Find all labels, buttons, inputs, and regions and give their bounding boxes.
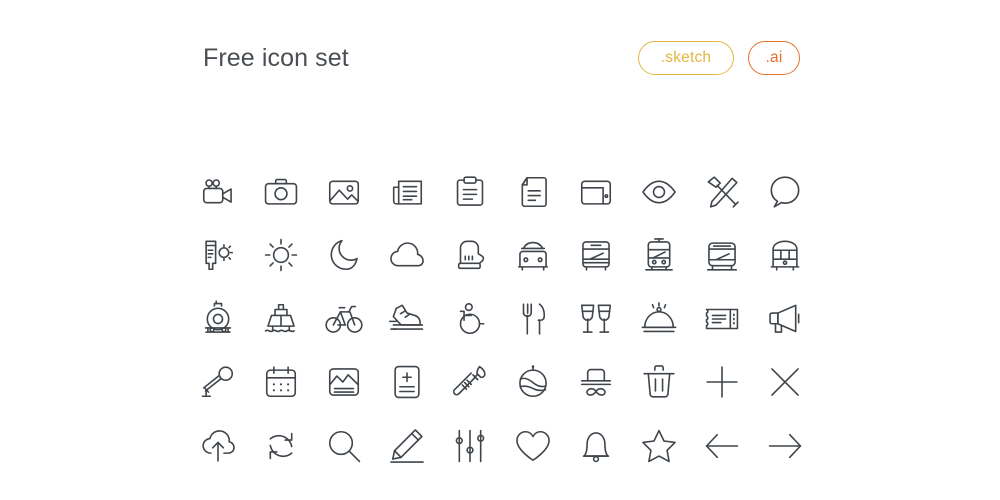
bicycle-icon[interactable]: [312, 287, 375, 351]
hat-mustache-icon[interactable]: [565, 351, 628, 415]
cloud-upload-icon[interactable]: [186, 414, 249, 478]
plus-minus-document-icon[interactable]: [375, 351, 438, 415]
close-icon[interactable]: [754, 351, 817, 415]
microphone-icon[interactable]: [186, 351, 249, 415]
ticket-icon[interactable]: [691, 287, 754, 351]
photo-card-icon[interactable]: [312, 351, 375, 415]
tram-icon[interactable]: [628, 224, 691, 288]
image-icon[interactable]: [312, 160, 375, 224]
badge-ai[interactable]: .ai: [748, 41, 800, 75]
baby-bottle-icon[interactable]: [438, 351, 501, 415]
page-title: Free icon set: [203, 43, 349, 72]
arrow-right-icon[interactable]: [754, 414, 817, 478]
wallet-icon[interactable]: [565, 160, 628, 224]
newspaper-icon[interactable]: [375, 160, 438, 224]
cap-hat-icon[interactable]: [501, 351, 564, 415]
sneaker-icon[interactable]: [375, 287, 438, 351]
trash-icon[interactable]: [628, 351, 691, 415]
video-camera-icon[interactable]: [186, 160, 249, 224]
megaphone-icon[interactable]: [754, 287, 817, 351]
mitten-glove-icon[interactable]: [438, 224, 501, 288]
star-icon[interactable]: [628, 414, 691, 478]
wheelchair-icon[interactable]: [438, 287, 501, 351]
wine-glasses-icon[interactable]: [565, 287, 628, 351]
refresh-sync-icon[interactable]: [249, 414, 312, 478]
download-format-badges: .sketch .ai: [638, 41, 800, 75]
locomotive-icon[interactable]: [186, 287, 249, 351]
food-cloche-icon[interactable]: [628, 287, 691, 351]
bus-icon[interactable]: [565, 224, 628, 288]
plus-icon[interactable]: [691, 351, 754, 415]
search-icon[interactable]: [312, 414, 375, 478]
icon-grid: [186, 160, 814, 478]
fork-knife-icon[interactable]: [501, 287, 564, 351]
calendar-icon[interactable]: [249, 351, 312, 415]
arrow-left-icon[interactable]: [691, 414, 754, 478]
clipboard-icon[interactable]: [438, 160, 501, 224]
ship-icon[interactable]: [249, 287, 312, 351]
sliders-settings-icon[interactable]: [438, 414, 501, 478]
sunscreen-tube-icon[interactable]: [186, 224, 249, 288]
taxi-icon[interactable]: [501, 224, 564, 288]
speech-bubble-icon[interactable]: [754, 160, 817, 224]
monorail-icon[interactable]: [754, 224, 817, 288]
icon-set-page: Free icon set .sketch .ai: [0, 0, 1000, 500]
cloud-icon[interactable]: [375, 224, 438, 288]
sun-icon[interactable]: [249, 224, 312, 288]
tools-hammer-chisel-icon[interactable]: [691, 160, 754, 224]
bell-icon[interactable]: [565, 414, 628, 478]
document-icon[interactable]: [501, 160, 564, 224]
camera-icon[interactable]: [249, 160, 312, 224]
heart-icon[interactable]: [501, 414, 564, 478]
eye-icon[interactable]: [628, 160, 691, 224]
train-icon[interactable]: [691, 224, 754, 288]
pencil-edit-icon[interactable]: [375, 414, 438, 478]
page-header: Free icon set .sketch .ai: [203, 36, 800, 80]
badge-sketch[interactable]: .sketch: [638, 41, 734, 75]
moon-icon[interactable]: [312, 224, 375, 288]
